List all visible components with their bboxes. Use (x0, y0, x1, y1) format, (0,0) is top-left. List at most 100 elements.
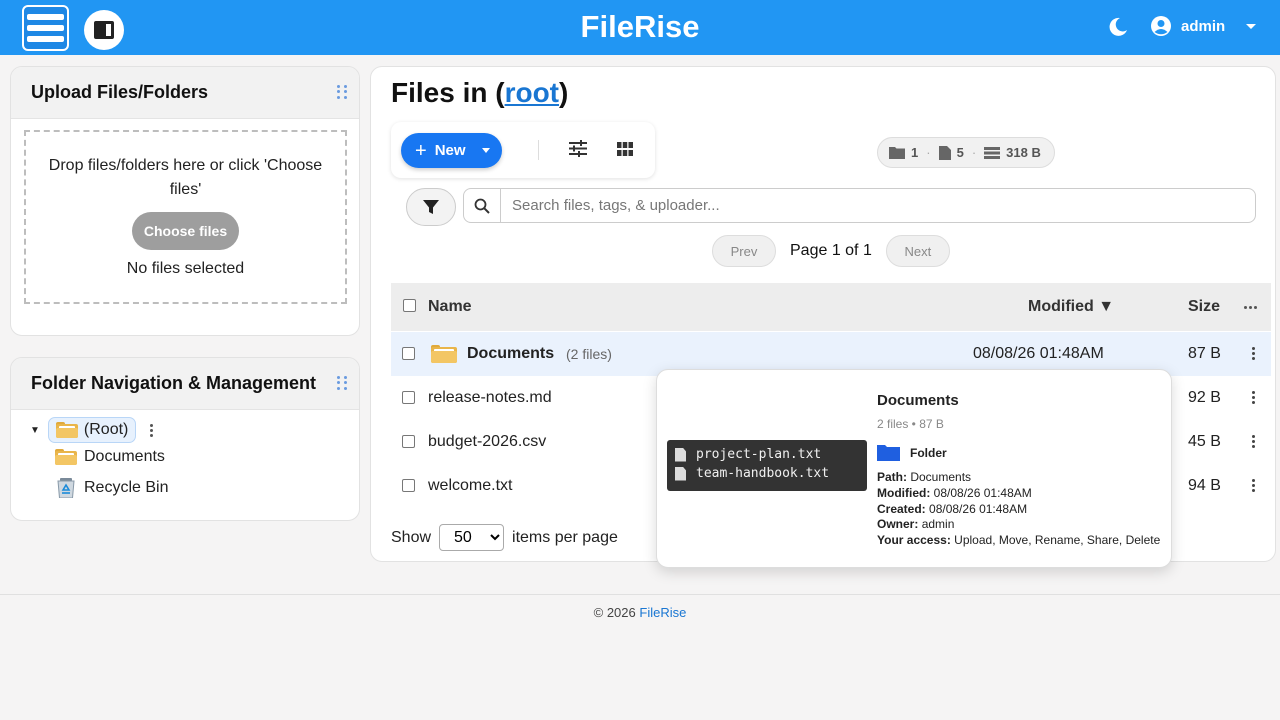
column-modified-header[interactable]: Modified ▼ (1028, 298, 1114, 316)
filter-icon (423, 200, 439, 214)
drag-handle-icon[interactable] (337, 85, 347, 99)
drop-zone[interactable]: Drop files/folders here or click 'Choose… (24, 130, 347, 304)
toolbar: + New (391, 122, 655, 178)
new-button-label: New (434, 142, 466, 159)
row-name[interactable]: welcome.txt (428, 477, 512, 495)
filter-button[interactable] (406, 188, 456, 226)
footer-divider (0, 594, 1280, 595)
preview-file-item: team-handbook.txt (675, 464, 867, 483)
row-name[interactable]: release-notes.md (428, 389, 552, 407)
tree-item-label: Documents (84, 448, 165, 465)
search-icon (464, 189, 501, 222)
folder-stats-badge: 1 · 5 · 318 B (877, 137, 1055, 168)
tree-item-label: Recycle Bin (84, 479, 169, 496)
column-name-header[interactable]: Name (428, 298, 472, 316)
row-modified: 08/08/26 01:48AM (973, 345, 1104, 362)
column-settings-icon[interactable] (569, 140, 587, 157)
items-per-page-label: items per page (512, 528, 618, 546)
page-title-prefix: Files in ( (391, 77, 505, 108)
select-all-checkbox[interactable] (403, 299, 416, 312)
user-menu[interactable]: admin (1150, 15, 1257, 37)
table-header: Name Modified ▼ Size (391, 283, 1271, 331)
upload-card-title: Upload Files/Folders (31, 82, 209, 102)
column-menu-icon[interactable] (1244, 306, 1257, 309)
page-title-suffix: ) (559, 77, 569, 108)
file-icon (675, 466, 686, 481)
preview-meta-created: Created: 08/08/26 01:48AM (877, 501, 1028, 516)
folder-icon (877, 445, 900, 461)
drag-handle-icon[interactable] (337, 376, 347, 390)
footer: © 2026 FileRise (0, 605, 1280, 620)
plus-icon: + (415, 139, 427, 162)
stats-separator: · (926, 145, 931, 160)
row-checkbox[interactable] (402, 347, 415, 360)
folder-card-header: Folder Navigation & Management (11, 358, 359, 410)
preview-type-label: Folder (910, 445, 947, 460)
recycle-bin-icon (57, 478, 75, 498)
preview-meta: Path: Documents Modified: 08/08/26 01:48… (877, 470, 1160, 549)
upload-card: Upload Files/Folders Drop files/folders … (10, 66, 360, 336)
dark-mode-moon-icon[interactable] (1108, 17, 1128, 37)
folder-open-icon (55, 422, 78, 438)
preview-file-list: project-plan.txt team-handbook.txt (667, 440, 867, 491)
file-icon (675, 447, 686, 462)
row-checkbox[interactable] (402, 435, 415, 448)
user-name: admin (1181, 17, 1226, 35)
search-box (463, 188, 1256, 223)
new-button[interactable]: + New (401, 133, 502, 168)
upload-status: No files selected (126, 260, 245, 277)
choose-files-button[interactable]: Choose files (132, 212, 239, 250)
preview-meta-modified: Modified: 08/08/26 01:48AM (877, 485, 1032, 500)
row-size: 92 B (1188, 389, 1221, 406)
upload-card-header: Upload Files/Folders (11, 67, 359, 119)
folder-count: 1 (911, 145, 919, 160)
page-title: Files in (root) (391, 77, 568, 109)
row-more-icon[interactable] (1252, 391, 1255, 404)
account-circle-icon (1151, 16, 1171, 36)
row-checkbox[interactable] (402, 391, 415, 404)
row-checkbox[interactable] (402, 479, 415, 492)
drop-zone-text: Drop files/folders here or click 'Choose… (48, 157, 323, 198)
tree-item-documents[interactable]: Documents (55, 448, 165, 466)
preview-meta-path: Path: Documents (877, 470, 972, 484)
footer-brand-link[interactable]: FileRise (639, 605, 686, 620)
items-per-page-select[interactable]: 102050100 (439, 524, 505, 551)
folder-icon (55, 449, 77, 465)
footer-copyright: © 2026 (593, 605, 640, 620)
folder-preview-popover: project-plan.txt team-handbook.txt Docum… (656, 369, 1172, 568)
row-name[interactable]: Documents (467, 345, 554, 363)
folder-icon (889, 147, 905, 159)
pagination: Prev Page 1 of 1 Next (712, 235, 950, 267)
column-size-header[interactable]: Size (1188, 298, 1220, 316)
tree-root: ▼ (Root) (30, 417, 154, 443)
row-name[interactable]: budget-2026.csv (428, 433, 546, 451)
preview-file-name: project-plan.txt (696, 447, 822, 462)
preview-file-item: project-plan.txt (675, 445, 867, 464)
total-size: 318 B (1006, 145, 1041, 160)
row-more-icon[interactable] (1252, 479, 1255, 492)
preview-file-name: team-handbook.txt (696, 466, 830, 481)
prev-page-button[interactable]: Prev (712, 235, 776, 267)
next-page-button[interactable]: Next (885, 235, 950, 267)
root-breadcrumb-link[interactable]: root (505, 77, 559, 108)
preview-meta-access: Your access: Upload, Move, Rename, Share… (877, 533, 1161, 548)
chevron-down-icon (1246, 23, 1257, 29)
top-bar: FileRise admin (0, 0, 1280, 55)
search-input[interactable] (502, 189, 1252, 222)
preview-type: Folder (877, 444, 947, 461)
tree-root-item[interactable]: (Root) (47, 417, 137, 443)
row-more-icon[interactable] (1252, 435, 1255, 448)
toolbar-divider (538, 140, 539, 160)
sidebar-toggle-button[interactable] (84, 10, 124, 50)
row-more-icon[interactable] (1252, 347, 1255, 360)
row-size: 45 B (1188, 433, 1221, 450)
tree-item-recycle-bin[interactable]: Recycle Bin (55, 478, 168, 498)
grid-view-icon[interactable] (617, 142, 633, 156)
expand-toggle-icon[interactable]: ▼ (30, 425, 40, 436)
app-title: FileRise (580, 9, 700, 44)
app-menu-icon[interactable] (22, 5, 69, 51)
root-more-icon[interactable] (150, 423, 154, 437)
page-info: Page 1 of 1 (790, 242, 872, 259)
file-icon (938, 145, 951, 160)
storage-icon (984, 146, 1001, 159)
